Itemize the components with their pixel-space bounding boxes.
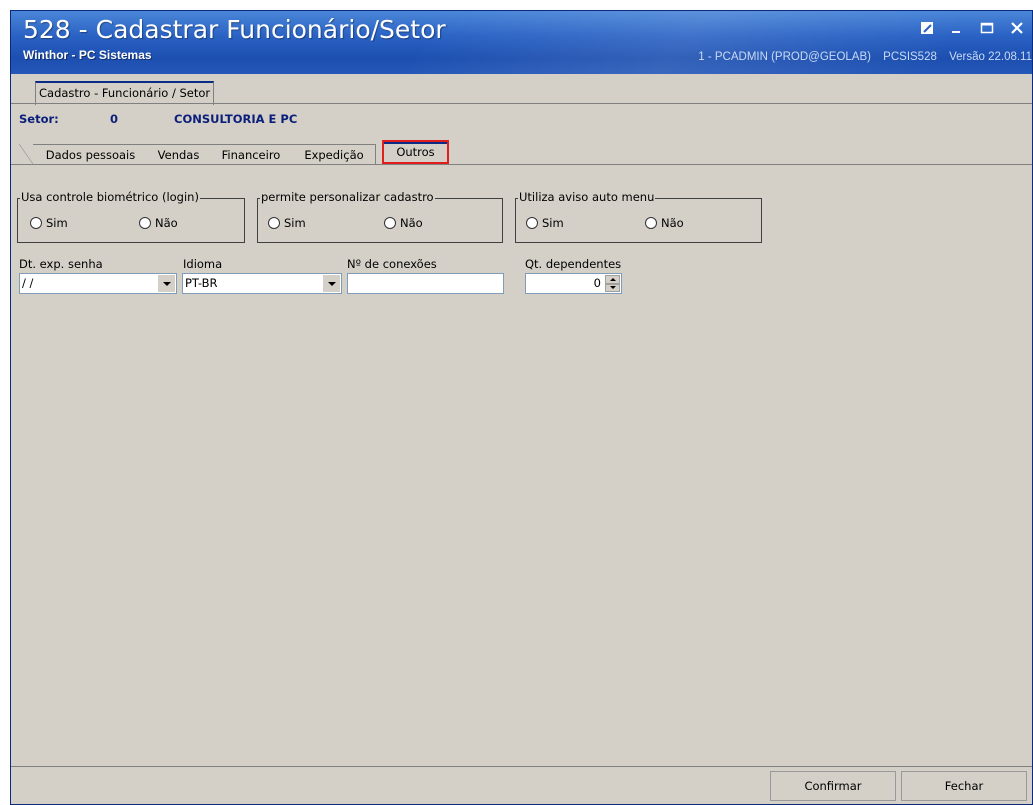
radio-circle-icon <box>268 217 280 229</box>
tab-outros-label: Outros <box>384 142 447 162</box>
radio-circle-icon <box>645 217 657 229</box>
radio-aviso-nao[interactable]: Não <box>645 216 684 230</box>
title-bar[interactable]: 528 - Cadastrar Funcionário/Setor Wintho… <box>11 11 1032 74</box>
group-controle-biometrico: Usa controle biométrico (login) Sim Não <box>17 190 245 243</box>
radio-label: Não <box>155 216 178 230</box>
setor-label: Setor: <box>19 112 59 126</box>
radio-circle-icon <box>139 217 151 229</box>
group-personalizar-cadastro: permite personalizar cadastro Sim Não <box>257 190 503 243</box>
idioma-value: PT-BR <box>185 276 218 290</box>
tab-expedicao[interactable]: Expedição <box>293 144 376 165</box>
stepper-up-icon[interactable] <box>605 275 620 284</box>
minimize-icon[interactable] <box>948 19 966 37</box>
group-aviso-auto-menu-legend: Utiliza aviso auto menu <box>518 190 656 204</box>
group-personalizar-cadastro-legend: permite personalizar cadastro <box>260 190 435 204</box>
num-conexoes-input[interactable] <box>347 273 504 294</box>
radio-label: Não <box>400 216 423 230</box>
radio-circle-icon <box>30 217 42 229</box>
window-title: 528 - Cadastrar Funcionário/Setor <box>23 15 446 44</box>
footer-bar: Confirmar Fechar <box>11 767 1032 804</box>
radio-personalizar-sim[interactable]: Sim <box>268 216 306 230</box>
tab-outros[interactable]: Outros <box>382 140 449 164</box>
radio-label: Sim <box>46 216 68 230</box>
qt-dependentes-stepper[interactable]: 0 <box>525 273 622 294</box>
chevron-down-icon[interactable] <box>158 275 175 292</box>
dt-exp-senha-value: / / <box>22 276 34 290</box>
confirm-button[interactable]: Confirmar <box>770 771 896 801</box>
tab-cadastro-funcionario-setor[interactable]: Cadastro - Funcionário / Setor <box>35 81 215 105</box>
close-icon[interactable] <box>1008 19 1026 37</box>
dt-exp-senha-label: Dt. exp. senha <box>19 257 103 271</box>
user-info: 1 - PCADMIN (PROD@GEOLAB) PCSIS528 Versã… <box>689 51 1032 63</box>
idioma-select[interactable]: PT-BR <box>182 273 342 294</box>
qt-dependentes-value: 0 <box>593 276 601 290</box>
close-button[interactable]: Fechar <box>901 771 1027 801</box>
tab-vendas[interactable]: Vendas <box>148 144 210 165</box>
radio-biometrico-sim[interactable]: Sim <box>30 216 68 230</box>
app-window: 528 - Cadastrar Funcionário/Setor Wintho… <box>10 10 1033 805</box>
setor-code: 0 <box>110 112 119 126</box>
group-aviso-auto-menu: Utiliza aviso auto menu Sim Não <box>515 190 762 243</box>
num-conexoes-label: Nº de conexões <box>347 257 437 271</box>
main-tab-strip: Cadastro - Funcionário / Setor <box>11 74 1032 105</box>
radio-label: Sim <box>542 216 564 230</box>
idioma-label: Idioma <box>183 257 223 271</box>
tab-financeiro[interactable]: Financeiro <box>209 144 294 165</box>
setor-name: CONSULTORIA E PC <box>174 112 298 126</box>
tab-dados-pessoais[interactable]: Dados pessoais <box>19 144 149 165</box>
chevron-down-icon[interactable] <box>323 275 340 292</box>
radio-aviso-sim[interactable]: Sim <box>526 216 564 230</box>
user-session: 1 - PCADMIN (PROD@GEOLAB) <box>698 51 871 63</box>
group-controle-biometrico-legend: Usa controle biométrico (login) <box>20 190 200 204</box>
dt-exp-senha-field[interactable]: / / <box>19 273 177 294</box>
maximize-icon[interactable] <box>978 19 996 37</box>
stepper-down-icon[interactable] <box>605 283 620 292</box>
window-subtitle: Winthor - PC Sistemas <box>23 48 152 62</box>
radio-biometrico-nao[interactable]: Não <box>139 216 178 230</box>
restore-icon[interactable] <box>918 19 936 37</box>
qt-dependentes-label: Qt. dependentes <box>525 257 622 271</box>
radio-circle-icon <box>526 217 538 229</box>
window-controls <box>918 19 1026 37</box>
radio-circle-icon <box>384 217 396 229</box>
radio-personalizar-nao[interactable]: Não <box>384 216 423 230</box>
sub-tab-strip: Dados pessoais Vendas Financeiro Expediç… <box>11 140 1032 165</box>
radio-label: Não <box>661 216 684 230</box>
radio-label: Sim <box>284 216 306 230</box>
program-version: Versão 22.08.11 <box>949 51 1032 63</box>
program-code: PCSIS528 <box>883 51 937 63</box>
